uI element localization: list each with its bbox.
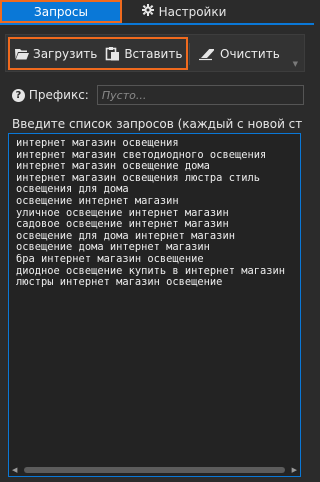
load-button-label: Загрузить [33, 46, 98, 61]
query-line: интернет магазин освещение дома [16, 161, 210, 173]
scrollbar-track[interactable] [24, 467, 285, 473]
load-button[interactable]: Загрузить [10, 39, 101, 68]
query-line: бра интернет магазин освещение [16, 253, 204, 265]
toolbar-overflow-icon[interactable]: ▼ [293, 60, 298, 68]
query-line: люстры интернет магазин освещение [16, 277, 223, 289]
clear-button[interactable]: Очистить [192, 37, 280, 70]
prefix-input[interactable] [96, 85, 304, 105]
prefix-row: ? Префикс: [12, 84, 304, 106]
query-line: уличное освещение интернет магазин [16, 207, 229, 219]
tab-settings-label: Настройки [158, 4, 227, 19]
query-line: садовое освещение интернет магазин [16, 219, 229, 231]
clipboard-icon [105, 46, 121, 61]
tab-queries[interactable]: Запросы [0, 0, 122, 23]
query-line: освещения для дома [16, 184, 129, 196]
eraser-icon [198, 47, 216, 61]
paste-button-label: Вставить [124, 46, 183, 61]
help-icon[interactable]: ? [12, 88, 25, 102]
scroll-right-icon[interactable]: ▶ [292, 466, 297, 474]
queries-label: Введите список запросов (каждый с новой … [12, 117, 302, 131]
gear-icon [141, 3, 154, 20]
queries-lines: интернет магазин освещения интернет магаз… [16, 138, 298, 289]
tab-queries-label: Запросы [34, 4, 88, 19]
toolbar-divider [189, 43, 190, 65]
paste-button[interactable]: Вставить [101, 39, 186, 68]
query-line: интернет магазин освещения [16, 138, 179, 149]
query-line: диодное освещение купить в интернет мага… [16, 265, 285, 277]
query-line: освещение для дома интернет магазин [16, 230, 235, 242]
prefix-label: Префикс: [28, 88, 89, 102]
horizontal-scrollbar[interactable]: ◀ ▶ [10, 465, 299, 474]
clear-button-label: Очистить [220, 46, 280, 61]
scrollbar-thumb[interactable] [24, 467, 285, 473]
tab-settings[interactable]: Настройки [122, 0, 246, 23]
tab-bar: Запросы Настройки [0, 0, 314, 25]
query-line: интернет магазин освещения люстра стиль [16, 172, 260, 184]
query-line: освещение интернет магазин [16, 195, 179, 207]
folder-open-icon [14, 47, 30, 61]
queries-textarea[interactable]: интернет магазин освещения интернет магаз… [8, 133, 301, 477]
scroll-left-icon[interactable]: ◀ [12, 466, 17, 474]
toolbar: Загрузить Вставить Очистить ▼ [5, 34, 305, 72]
load-paste-group: Загрузить Вставить [8, 37, 188, 70]
query-line: интернет магазин светодиодного освещения [16, 149, 267, 161]
query-line: освещение дома интернет магазин [16, 242, 210, 254]
